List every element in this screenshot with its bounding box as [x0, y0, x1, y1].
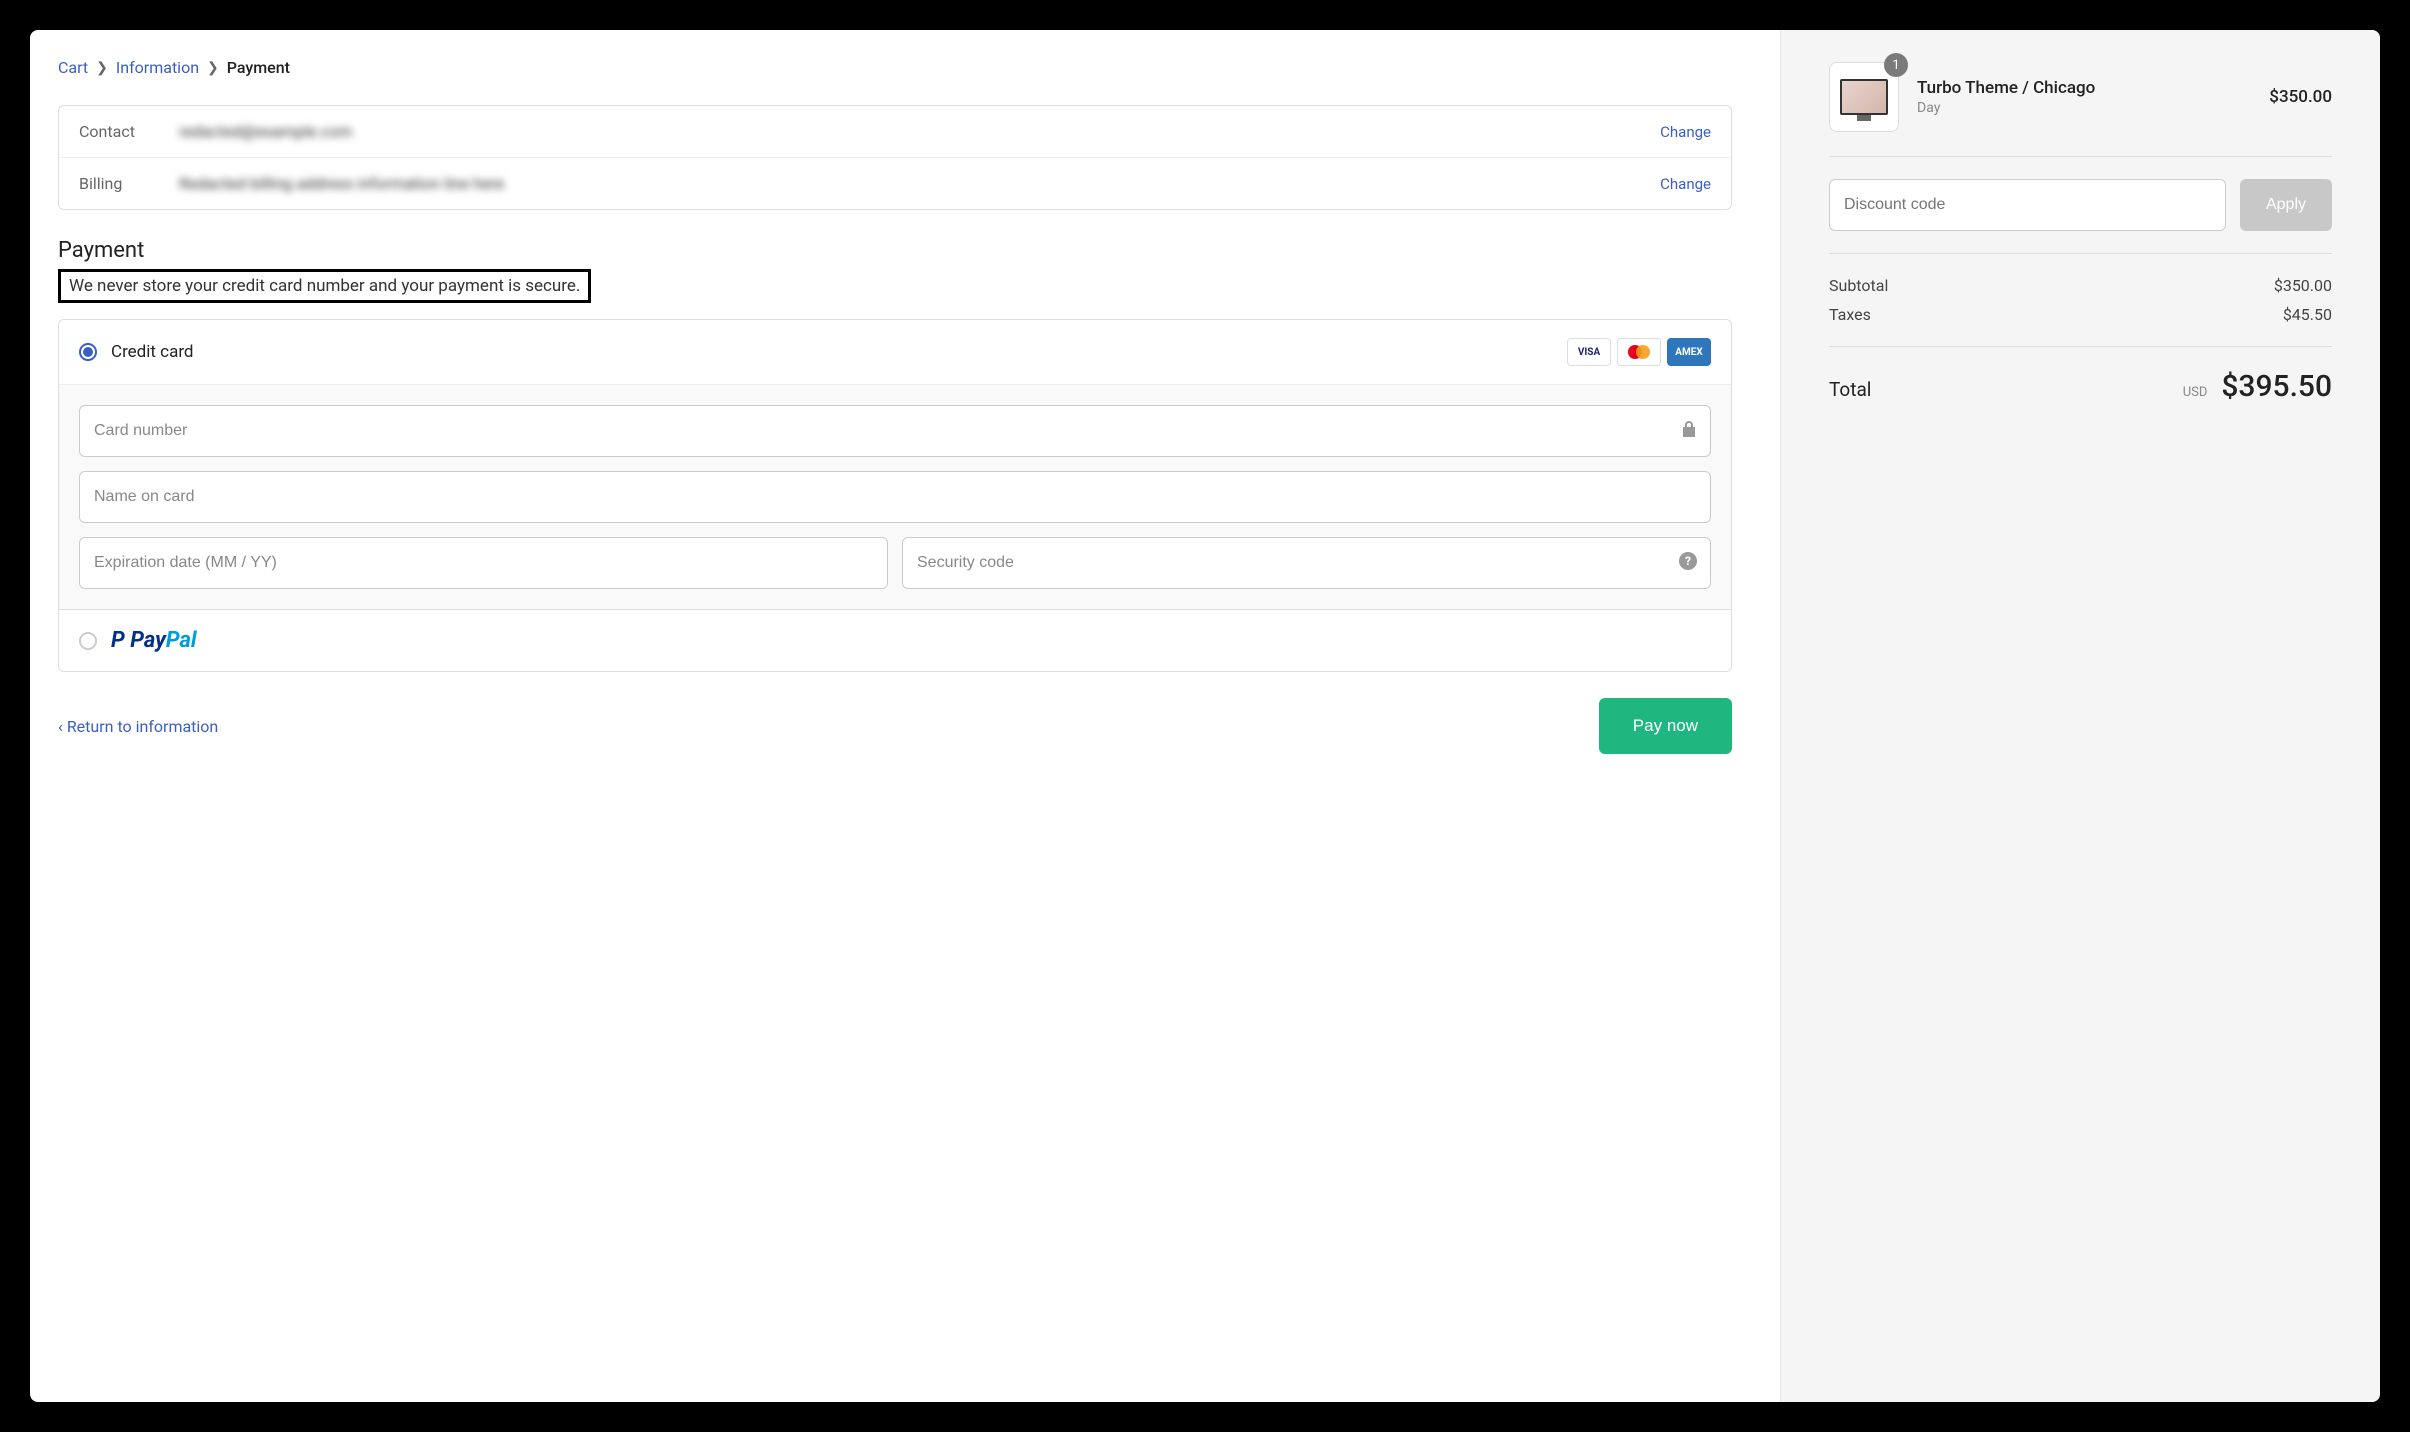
name-on-card-input[interactable] — [79, 471, 1711, 523]
main-panel: Cart ❯ Information ❯ Payment Contact red… — [30, 30, 1780, 1402]
total-currency: USD — [2183, 385, 2208, 400]
breadcrumb-cart[interactable]: Cart — [58, 58, 88, 77]
taxes-label: Taxes — [1829, 305, 1871, 324]
chevron-left-icon: ‹ — [58, 717, 63, 736]
lock-icon — [1681, 420, 1697, 442]
item-details: Turbo Theme / Chicago Day — [1917, 78, 2251, 116]
summary-billing-row: Billing Redacted billing address informa… — [59, 158, 1731, 209]
chevron-right-icon: ❯ — [207, 60, 219, 76]
security-note-highlight: We never store your credit card number a… — [58, 269, 591, 303]
mastercard-icon — [1617, 338, 1661, 366]
divider — [1829, 156, 2332, 157]
cvv-input[interactable] — [902, 537, 1711, 589]
svg-text:?: ? — [1685, 554, 1691, 568]
pay-now-button[interactable]: Pay now — [1599, 698, 1732, 754]
card-number-field — [79, 405, 1711, 457]
credit-card-label: Credit card — [111, 342, 1567, 362]
item-name: Turbo Theme / Chicago — [1917, 78, 2251, 98]
radio-credit-card[interactable] — [79, 343, 97, 361]
return-to-information-link[interactable]: ‹ Return to information — [58, 717, 218, 736]
paypal-option[interactable]: P PayPal — [59, 609, 1731, 671]
card-form: ? — [59, 384, 1731, 609]
subtotal-value: $350.00 — [2274, 276, 2332, 295]
breadcrumb-information[interactable]: Information — [116, 58, 199, 77]
contact-label: Contact — [79, 122, 179, 141]
help-icon[interactable]: ? — [1679, 552, 1697, 574]
change-contact-link[interactable]: Change — [1660, 123, 1711, 141]
payment-methods-box: Credit card VISA AMEX — [58, 319, 1732, 672]
bottom-actions: ‹ Return to information Pay now — [58, 698, 1732, 754]
billing-value: Redacted billing address information lin… — [179, 174, 1660, 193]
change-billing-link[interactable]: Change — [1660, 175, 1711, 193]
subtotal-label: Subtotal — [1829, 276, 1888, 295]
breadcrumb-payment: Payment — [227, 58, 290, 77]
name-on-card-field — [79, 471, 1711, 523]
return-link-label: Return to information — [67, 717, 218, 736]
order-summary-panel: 1 Turbo Theme / Chicago Day $350.00 Appl… — [1780, 30, 2380, 1402]
total-label: Total — [1829, 378, 1871, 401]
subtotal-row: Subtotal $350.00 — [1829, 276, 2332, 295]
contact-value: redacted@example.com — [179, 122, 1660, 141]
order-summary-box: Contact redacted@example.com Change Bill… — [58, 105, 1732, 210]
apply-discount-button[interactable]: Apply — [2240, 179, 2332, 231]
billing-label: Billing — [79, 174, 179, 193]
cart-item: 1 Turbo Theme / Chicago Day $350.00 — [1829, 62, 2332, 132]
total-row: Total USD $395.50 — [1829, 369, 2332, 404]
expiry-field — [79, 537, 888, 589]
payment-section-title: Payment — [58, 238, 1732, 263]
radio-paypal[interactable] — [79, 632, 97, 650]
security-note-text: We never store your credit card number a… — [69, 276, 580, 296]
item-thumbnail: 1 — [1829, 62, 1899, 132]
summary-contact-row: Contact redacted@example.com Change — [59, 106, 1731, 158]
divider — [1829, 346, 2332, 347]
breadcrumb: Cart ❯ Information ❯ Payment — [58, 58, 1732, 77]
item-variant: Day — [1917, 100, 2251, 116]
card-brand-icons: VISA AMEX — [1567, 338, 1711, 366]
taxes-value: $45.50 — [2283, 305, 2332, 324]
taxes-row: Taxes $45.50 — [1829, 305, 2332, 324]
item-quantity-badge: 1 — [1884, 53, 1908, 77]
paypal-logo-icon: P PayPal — [111, 628, 197, 653]
discount-row: Apply — [1829, 179, 2332, 231]
item-price: $350.00 — [2269, 87, 2332, 107]
discount-code-input[interactable] — [1829, 179, 2226, 231]
total-amount: $395.50 — [2221, 369, 2332, 404]
cvv-field: ? — [902, 537, 1711, 589]
credit-card-option[interactable]: Credit card VISA AMEX — [59, 320, 1731, 384]
visa-icon: VISA — [1567, 338, 1611, 366]
amex-icon: AMEX — [1667, 338, 1711, 366]
card-number-input[interactable] — [79, 405, 1711, 457]
chevron-right-icon: ❯ — [96, 60, 108, 76]
divider — [1829, 253, 2332, 254]
checkout-window: Cart ❯ Information ❯ Payment Contact red… — [30, 30, 2380, 1402]
expiry-input[interactable] — [79, 537, 888, 589]
